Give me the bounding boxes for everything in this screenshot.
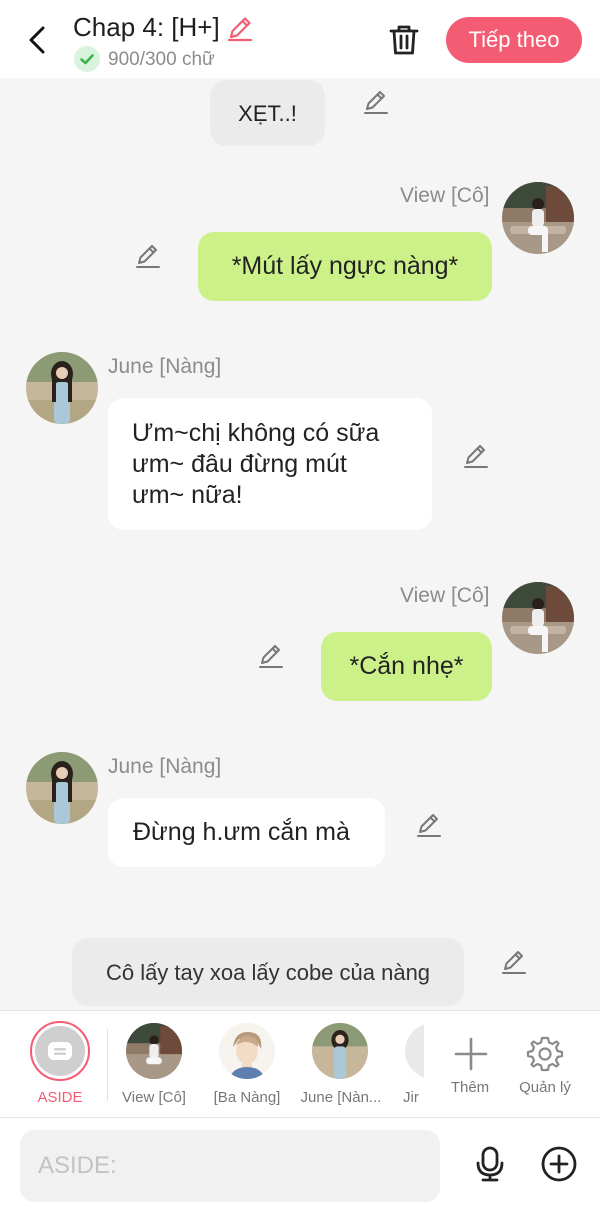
add-circle-icon[interactable]: [540, 1145, 578, 1183]
divider: [107, 1029, 108, 1101]
avatar[interactable]: [502, 582, 574, 654]
next-button[interactable]: Tiếp theo: [446, 17, 582, 63]
message-bubble[interactable]: Đừng h.ưm cắn mà: [108, 798, 385, 867]
plus-icon[interactable]: [452, 1035, 490, 1073]
edit-icon[interactable]: [415, 811, 443, 839]
narration-bubble[interactable]: XẸT..!: [210, 80, 325, 146]
message-bubble[interactable]: *Mút lấy ngực nàng*: [198, 232, 492, 301]
message-text-line: ưm~ nữa!: [132, 481, 243, 509]
edit-icon[interactable]: [500, 948, 528, 976]
edit-icon[interactable]: [362, 88, 390, 116]
character-bar: ASIDE View [Cô] [Ba Nàng] June [Nàn... J…: [0, 1010, 600, 1118]
message-text-line: ưm~ đâu đừng mút: [132, 450, 347, 478]
add-character-label[interactable]: Thêm: [440, 1079, 500, 1096]
character-label: June [Nàn...: [300, 1089, 382, 1106]
sender-name: View [Cô]: [400, 184, 490, 207]
narration-text: XẸT..!: [238, 100, 297, 126]
edit-icon[interactable]: [134, 242, 162, 270]
character-avatar[interactable]: [126, 1023, 182, 1079]
character-avatar[interactable]: [219, 1023, 275, 1079]
microphone-icon[interactable]: [470, 1144, 510, 1184]
character-aside[interactable]: [30, 1021, 90, 1081]
sender-name: June [Nàng]: [108, 755, 222, 778]
avatar[interactable]: [26, 752, 98, 824]
edit-icon[interactable]: [462, 442, 490, 470]
top-bar: Chap 4: [H+] 900/300 chữ Tiếp theo: [0, 0, 600, 78]
message-bubble[interactable]: Ưm~chị không có sữa ưm~ đâu đừng mút ưm~…: [108, 398, 432, 530]
avatar[interactable]: [26, 352, 98, 424]
narrator-icon: [35, 1026, 85, 1076]
message-text: *Mút lấy ngực nàng*: [231, 252, 459, 280]
word-count: 900/300 chữ: [108, 49, 215, 70]
composer: [0, 1118, 600, 1210]
message-bubble[interactable]: *Cắn nhẹ*: [321, 632, 492, 701]
character-label: Jir: [403, 1089, 419, 1106]
message-text: *Cắn nhẹ*: [349, 652, 464, 680]
message-text-line: Ưm~chị không có sữa: [132, 419, 380, 447]
actions-panel: [424, 1011, 600, 1117]
character-label: ASIDE: [37, 1089, 83, 1106]
edit-title-icon[interactable]: [226, 14, 254, 42]
gear-icon[interactable]: [526, 1035, 564, 1073]
check-icon: [74, 46, 100, 72]
sender-name: June [Nàng]: [108, 355, 222, 378]
sender-name: View [Cô]: [400, 584, 490, 607]
chapter-title: Chap 4: [H+]: [73, 12, 220, 42]
message-text: Đừng h.ưm cắn mà: [133, 818, 350, 846]
manage-label[interactable]: Quản lý: [510, 1079, 580, 1096]
trash-icon[interactable]: [384, 20, 424, 60]
edit-icon[interactable]: [257, 642, 285, 670]
back-arrow-icon[interactable]: [18, 20, 58, 60]
character-avatar[interactable]: [312, 1023, 368, 1079]
narration-text: Cô lấy tay xoa lấy cobe của nàng: [105, 959, 431, 985]
narration-bubble[interactable]: Cô lấy tay xoa lấy cobe của nàng: [72, 938, 464, 1006]
character-label: [Ba Nàng]: [213, 1089, 281, 1106]
message-input[interactable]: [20, 1130, 440, 1202]
character-label: View [Cô]: [122, 1089, 186, 1106]
avatar[interactable]: [502, 182, 574, 254]
